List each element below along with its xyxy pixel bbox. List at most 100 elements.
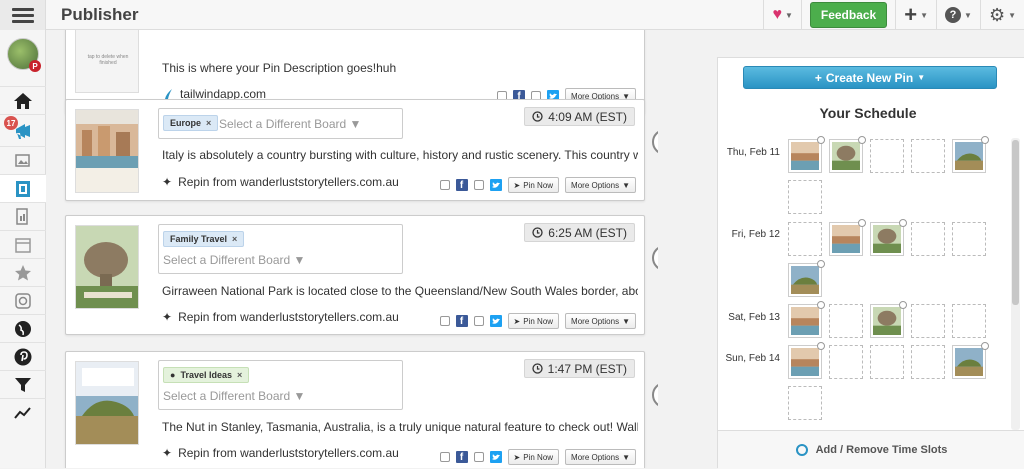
time-slot-clock-icon[interactable] (652, 382, 658, 408)
time-slot-empty[interactable] (911, 222, 945, 256)
more-options-label: More Options (571, 316, 620, 326)
more-options-button[interactable]: More Options ▼ (565, 313, 636, 329)
add-remove-time-slots-label: Add / Remove Time Slots (815, 444, 948, 456)
remove-board-icon[interactable]: × (206, 118, 211, 128)
board-tag: Family Travel × (163, 231, 245, 247)
time-slot-empty[interactable] (911, 139, 945, 173)
clock-icon (531, 363, 543, 374)
favorites-menu[interactable]: ♥ ▼ (763, 0, 800, 30)
caret-down-icon: ▼ (917, 73, 926, 82)
board-select-placeholder[interactable]: Select a Different Board ▼ (163, 389, 305, 403)
time-slot-empty[interactable] (952, 304, 986, 338)
time-slot-empty[interactable] (911, 304, 945, 338)
pin-now-label: Pin Now (523, 452, 554, 462)
pin-now-button[interactable]: ➤ Pin Now (507, 449, 560, 465)
time-slot-filled[interactable] (952, 136, 989, 173)
pin-now-button[interactable]: ➤ Pin Now (507, 313, 560, 329)
twitter-checkbox[interactable] (473, 452, 484, 462)
facebook-checkbox[interactable] (439, 452, 450, 462)
time-slot-empty[interactable] (788, 222, 822, 256)
scheduled-time-label: 1:47 PM (EST) (547, 361, 627, 376)
scheduled-time[interactable]: 4:09 AM (EST) (524, 107, 635, 126)
board-tag-label: Family Travel (170, 234, 228, 244)
sidebar-item-instagram[interactable] (0, 286, 46, 314)
add-menu[interactable]: + ▼ (895, 0, 936, 30)
more-options-label: More Options (571, 452, 620, 462)
sidebar-item-drafts[interactable] (0, 146, 46, 174)
pinterest-badge-icon: P (29, 60, 41, 72)
repin-source: ✦ Repin from wanderluststorytellers.com.… (162, 446, 399, 460)
facebook-checkbox[interactable] (439, 316, 450, 326)
sidebar-item-pinterest[interactable] (0, 342, 46, 370)
time-slot-empty[interactable] (911, 345, 945, 379)
pushpin-icon: ✦ (162, 175, 173, 189)
more-options-button[interactable]: More Options ▼ (565, 449, 636, 465)
sidebar-item-scheduled[interactable] (0, 174, 46, 202)
scrollbar-thumb[interactable] (1012, 140, 1019, 305)
girraween-image (76, 226, 138, 308)
sidebar-item-home[interactable] (0, 86, 46, 114)
time-slot-empty[interactable] (870, 345, 904, 379)
time-slot-empty[interactable] (870, 139, 904, 173)
help-menu[interactable]: ? ▼ (936, 0, 980, 30)
pin-description[interactable]: This is where your Pin Description goes!… (162, 61, 638, 75)
board-select-placeholder[interactable]: Select a Different Board ▼ (219, 117, 361, 131)
add-remove-time-slots-button[interactable]: Add / Remove Time Slots (718, 430, 1024, 469)
twitter-checkbox[interactable] (473, 316, 484, 326)
board-selector[interactable]: Europe × Select a Different Board ▼ (158, 108, 403, 139)
board-selector[interactable]: Family Travel × Select a Different Board … (158, 224, 403, 274)
pin-thumbnail (75, 225, 139, 309)
sidebar-item-calendar[interactable] (0, 230, 46, 258)
board-selector[interactable]: ● Travel Ideas × Select a Different Board … (158, 360, 403, 410)
time-slot-filled[interactable] (870, 219, 907, 256)
menu-icon[interactable] (0, 0, 46, 30)
remove-board-icon[interactable]: × (237, 370, 242, 380)
pin-description[interactable]: Girraween National Park is located close… (162, 284, 638, 298)
time-slot-filled[interactable] (829, 136, 866, 173)
scheduled-time[interactable]: 1:47 PM (EST) (523, 359, 635, 378)
board-select-placeholder[interactable]: Select a Different Board ▼ (163, 253, 305, 267)
time-slot-empty[interactable] (788, 386, 822, 420)
schedule-scrollbar[interactable] (1011, 138, 1020, 430)
pin-now-button[interactable]: ➤ Pin Now (507, 177, 560, 193)
sidebar-item-insights[interactable] (0, 202, 46, 230)
time-slot-filled[interactable] (870, 301, 907, 338)
alarm-clock-icon (795, 444, 808, 456)
sidebar-item-publisher[interactable]: 17 (0, 114, 46, 146)
scheduled-time[interactable]: 6:25 AM (EST) (524, 223, 635, 242)
sidebar-item-favorites[interactable] (0, 258, 46, 286)
sidebar-item-trends[interactable] (0, 398, 46, 426)
time-slot-filled[interactable] (788, 136, 825, 173)
day-label: Fri, Feb 12 (731, 229, 780, 240)
pin-description[interactable]: The Nut in Stanley, Tasmania, Australia,… (162, 420, 638, 434)
time-slot-empty[interactable] (952, 222, 986, 256)
clock-icon (532, 111, 543, 122)
sidebar-item-explore[interactable] (0, 314, 46, 342)
twitter-checkbox[interactable] (473, 180, 484, 190)
pin-description[interactable]: Italy is absolutely a country bursting w… (162, 148, 638, 162)
funnel-icon (15, 377, 31, 392)
time-slot-empty[interactable] (829, 304, 863, 338)
time-slot-clock-icon[interactable] (652, 129, 658, 155)
remove-board-icon[interactable]: × (232, 234, 237, 244)
time-slot-clock-icon[interactable] (652, 245, 658, 271)
time-slot-filled[interactable] (788, 301, 825, 338)
time-slot-empty[interactable] (829, 345, 863, 379)
facebook-checkbox[interactable] (439, 180, 450, 190)
settings-menu[interactable]: ⚙ ▼ (979, 0, 1024, 30)
board-tag: ● Travel Ideas × (163, 367, 250, 383)
feedback-button[interactable]: Feedback (809, 2, 888, 28)
time-slot-filled[interactable] (788, 260, 825, 297)
sidebar-item-filter[interactable] (0, 370, 46, 398)
day-label: Sat, Feb 13 (728, 312, 780, 323)
the-nut-image (76, 362, 138, 444)
time-slot-filled[interactable] (788, 342, 825, 379)
more-options-button[interactable]: More Options ▼ (565, 177, 636, 193)
time-slot-filled[interactable] (952, 342, 989, 379)
scheduled-time-label: 4:09 AM (EST) (548, 109, 627, 124)
time-slot-filled[interactable] (829, 219, 866, 256)
time-slot-empty[interactable] (788, 180, 822, 214)
create-new-pin-button[interactable]: + Create New Pin ▼ (743, 66, 997, 89)
help-icon: ? (945, 7, 962, 23)
avatar[interactable]: P (7, 38, 41, 72)
